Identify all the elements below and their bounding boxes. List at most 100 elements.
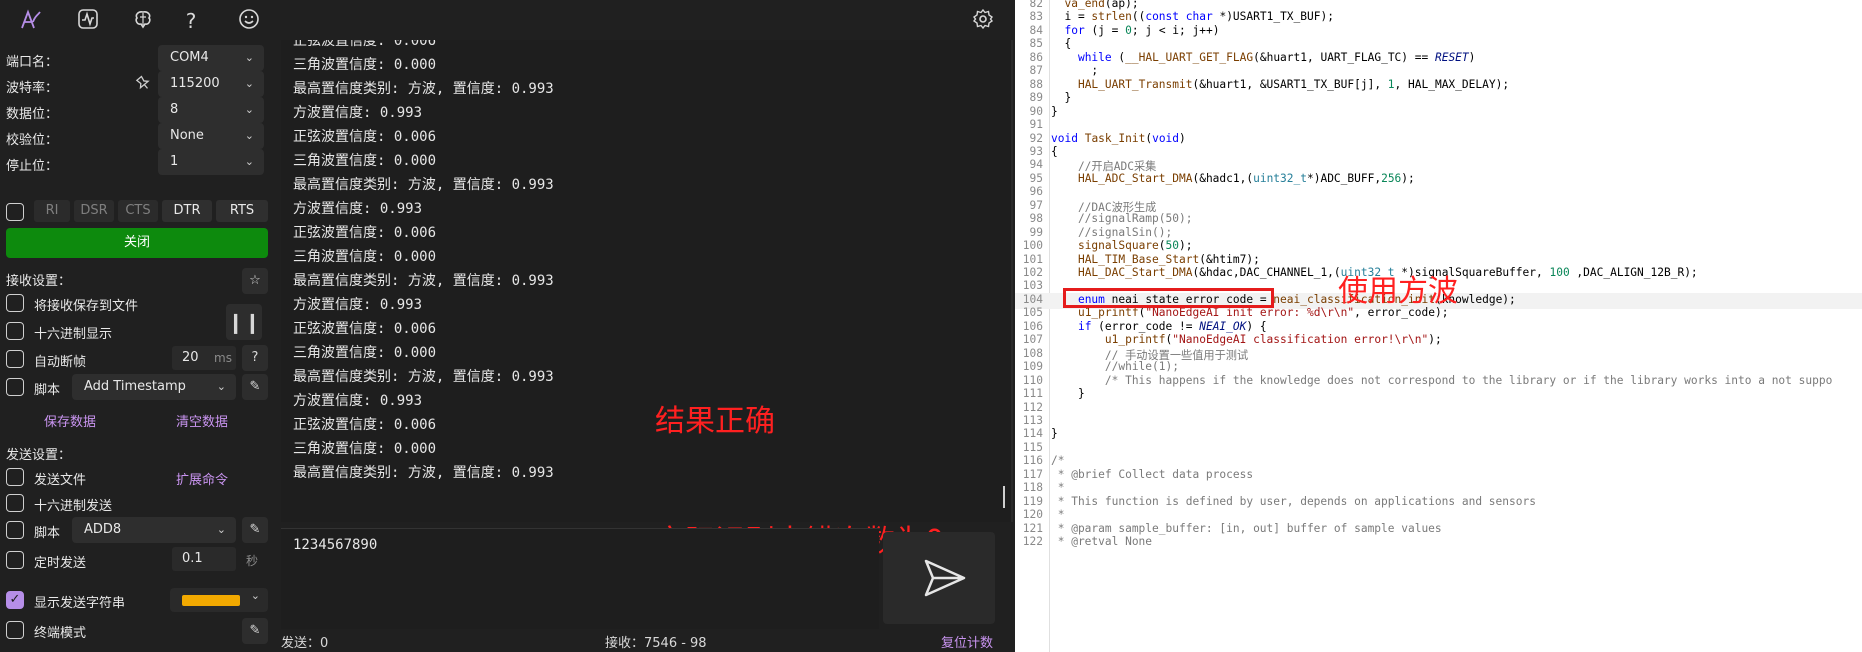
line-number: 93 <box>1029 144 1043 158</box>
send-script-value: ADD8 <box>84 522 122 537</box>
line-number: 101 <box>1022 252 1043 266</box>
receive-log-line: 方波置信度: 0.993 <box>293 393 423 409</box>
pause-icon[interactable]: ❙❙ <box>226 304 262 340</box>
pin-icon[interactable] <box>134 74 152 96</box>
receive-script-checkbox[interactable] <box>6 378 24 396</box>
send-icon <box>923 558 967 602</box>
scrollbar[interactable] <box>1003 486 1005 508</box>
signal-ri[interactable]: RI <box>34 200 70 222</box>
line-number: 121 <box>1022 521 1043 535</box>
send-input[interactable]: 1234567890 <box>293 537 377 553</box>
brain-icon[interactable] <box>130 8 156 34</box>
code-text: for (j = 0; j < i; j++) <box>1064 23 1220 37</box>
chart-icon[interactable] <box>75 8 101 34</box>
receive-log-line: 三角波置信度: 0.000 <box>293 153 437 169</box>
line-number: 103 <box>1022 279 1043 293</box>
waveform-logo-icon[interactable] <box>18 8 44 34</box>
stop-bits-select[interactable]: 1 ⌄ <box>158 149 264 175</box>
line-number: 97 <box>1029 198 1043 212</box>
edit-icon[interactable]: ✎ <box>242 618 268 644</box>
receive-script-select[interactable]: Add Timestamp ⌄ <box>72 374 236 400</box>
close-port-button[interactable]: 关闭 <box>6 228 268 258</box>
code-text: ; <box>1051 64 1099 78</box>
code-editor[interactable]: 82 va_end(ap); 83 i = strlen((const char … <box>1015 0 1862 652</box>
code-text: //signalSin(); <box>1051 225 1173 239</box>
code-text: { <box>1051 37 1072 51</box>
sent-count: 发送：0 <box>281 636 329 651</box>
hex-display-checkbox[interactable] <box>6 322 24 340</box>
receive-log-line: 方波置信度: 0.993 <box>293 297 423 313</box>
code-text: * @retval None <box>1051 535 1153 548</box>
code-text: i = strlen((const char *)USART1_TX_BUF); <box>1051 10 1334 24</box>
edit-icon[interactable]: ✎ <box>242 517 268 543</box>
code-text: /* <box>1051 454 1065 468</box>
signal-cts[interactable]: CTS <box>118 200 158 222</box>
line-number: 111 <box>1022 387 1043 401</box>
baud-select[interactable]: 115200 ⌄ <box>158 71 264 97</box>
code-text: HAL_ADC_Start_DMA(&hadc1,(uint32_t*)ADC_… <box>1077 171 1415 185</box>
receive-log-line: 方波置信度: 0.993 <box>293 105 423 121</box>
hex-send-checkbox[interactable] <box>6 494 24 512</box>
auto-break-checkbox[interactable] <box>6 350 24 368</box>
line-number: 119 <box>1022 494 1043 508</box>
chevron-down-icon: ⌄ <box>216 523 226 536</box>
line-number: 88 <box>1029 77 1043 91</box>
auto-break-help-button[interactable]: ? <box>242 345 268 371</box>
show-send-label: 显示发送字符串 <box>34 596 126 611</box>
chevron-down-icon: ⌄ <box>244 77 254 90</box>
receive-log-line: 三角波置信度: 0.000 <box>293 249 437 265</box>
chevron-down-icon: ⌄ <box>244 103 254 116</box>
highlight-box <box>1063 288 1274 308</box>
line-number: 122 <box>1022 535 1043 548</box>
hex-send-label: 十六进制发送 <box>34 499 113 514</box>
edit-icon[interactable]: ✎ <box>242 374 268 400</box>
send-script-checkbox[interactable] <box>6 521 24 539</box>
line-number: 102 <box>1022 266 1043 279</box>
code-text: * @brief Collect data process <box>1051 467 1254 481</box>
help-icon[interactable]: ? <box>178 8 204 34</box>
send-file-checkbox[interactable] <box>6 468 24 486</box>
clear-data-button[interactable]: 清空数据 <box>176 411 228 430</box>
reset-count-button[interactable]: 复位计数 <box>941 632 993 651</box>
line-number: 100 <box>1022 239 1043 253</box>
save-to-file-checkbox[interactable] <box>6 294 24 312</box>
line-number: 110 <box>1022 373 1043 387</box>
timed-send-unit: 秒 <box>246 554 259 568</box>
save-data-button[interactable]: 保存数据 <box>44 411 96 430</box>
signal-dsr[interactable]: DSR <box>74 200 114 222</box>
send-script-select[interactable]: ADD8 ⌄ <box>72 517 236 543</box>
code-text: signalSquare(50); <box>1077 239 1193 253</box>
receive-log-line: 最高置信度类别: 方波, 置信度: 0.993 <box>293 81 554 97</box>
stop-bits-value: 1 <box>170 154 179 169</box>
show-send-checkbox[interactable]: ✓ <box>6 591 24 609</box>
code-text: { <box>1051 144 1058 158</box>
save-to-file-label: 将接收保存到文件 <box>34 299 139 314</box>
line-number: 108 <box>1022 346 1043 360</box>
send-settings-header: 发送设置： <box>6 448 72 463</box>
port-select[interactable]: COM4 ⌄ <box>158 45 264 71</box>
data-bits-select[interactable]: 8 ⌄ <box>158 97 264 123</box>
timed-send-input[interactable]: 0.1 <box>172 547 236 571</box>
color-picker[interactable]: ⌄ <box>170 588 268 612</box>
chevron-down-icon: ⌄ <box>216 380 226 393</box>
signals-checkbox[interactable] <box>6 203 24 221</box>
extend-command-button[interactable]: 扩展命令 <box>176 469 228 488</box>
send-button[interactable] <box>883 532 995 624</box>
gear-icon[interactable] <box>970 8 996 34</box>
code-text: } <box>1051 91 1072 105</box>
timed-send-checkbox[interactable] <box>6 551 24 569</box>
code-text: while (__HAL_UART_GET_FLAG(&huart1, UART… <box>1077 50 1476 64</box>
data-bits-value: 8 <box>170 102 179 117</box>
signal-dtr[interactable]: DTR <box>162 200 212 222</box>
receive-log-line: 正弦波置信度: 0.006 <box>293 321 437 337</box>
line-number: 90 <box>1029 104 1043 118</box>
emoji-icon[interactable] <box>236 8 262 34</box>
code-text: HAL_TIM_Base_Start(&htim7); <box>1077 252 1260 266</box>
line-number: 113 <box>1022 413 1043 427</box>
star-icon[interactable]: ☆ <box>242 268 268 294</box>
send-input-area[interactable]: 1234567890 <box>281 528 879 629</box>
terminal-mode-checkbox[interactable] <box>6 621 24 639</box>
parity-select[interactable]: None ⌄ <box>158 123 264 149</box>
signal-rts[interactable]: RTS <box>216 200 268 222</box>
chevron-down-icon: ⌄ <box>250 589 260 602</box>
